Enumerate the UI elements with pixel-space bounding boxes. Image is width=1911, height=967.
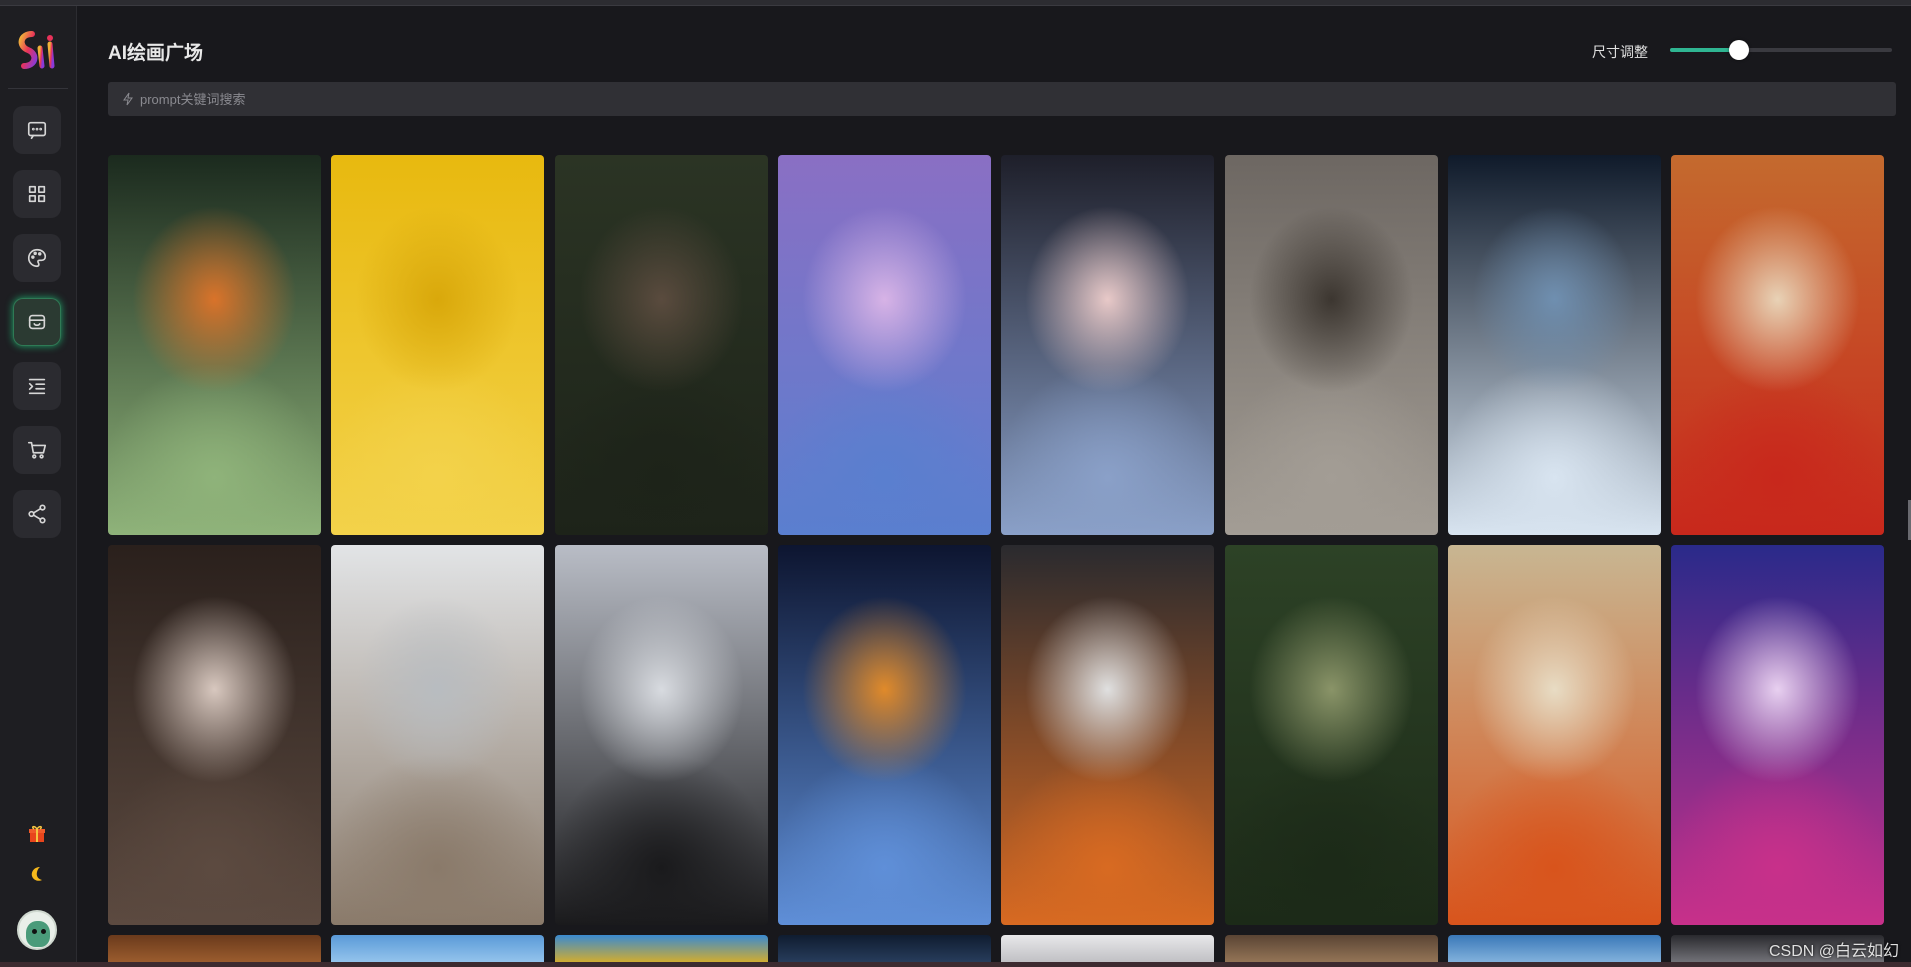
gallery-image-card[interactable]: [1001, 155, 1214, 535]
gift-icon[interactable]: [25, 822, 49, 846]
gallery-image-card[interactable]: [1448, 155, 1661, 535]
moon-icon[interactable]: [25, 862, 49, 886]
gallery-image-card[interactable]: [555, 155, 768, 535]
size-slider-thumb[interactable]: [1728, 40, 1749, 60]
share-icon: [28, 504, 46, 524]
list-icon: [28, 378, 46, 395]
gallery-image-card[interactable]: [778, 155, 991, 535]
gallery-image-card[interactable]: [1001, 935, 1214, 965]
nav-gallery-button[interactable]: [13, 298, 61, 346]
gallery-image-card[interactable]: [1225, 545, 1438, 925]
cart-icon: [27, 441, 47, 459]
palette-icon: [27, 248, 47, 268]
gallery-image-card[interactable]: [1448, 935, 1661, 965]
apps-grid-icon: [28, 185, 46, 203]
watermark: CSDN @白云如幻: [1768, 943, 1899, 960]
gallery-image-card[interactable]: [1225, 155, 1438, 535]
gallery-image-card[interactable]: [1448, 545, 1661, 925]
gallery-image-card[interactable]: [555, 935, 768, 965]
gallery-image-card[interactable]: [1671, 545, 1884, 925]
nav-chat-button[interactable]: [13, 106, 61, 154]
nav-paint-button[interactable]: [13, 234, 61, 282]
gallery-image-card[interactable]: [331, 935, 544, 965]
gallery-image-card[interactable]: [108, 935, 321, 965]
gallery-image-card[interactable]: [108, 155, 321, 535]
gallery-image-card[interactable]: [1671, 155, 1884, 535]
nav-cart-button[interactable]: [13, 426, 61, 474]
gallery-image-card[interactable]: [331, 155, 544, 535]
size-slider[interactable]: [1670, 40, 1892, 60]
gallery-image-card[interactable]: [778, 545, 991, 925]
search-input[interactable]: [140, 91, 1840, 107]
gallery-image-card[interactable]: [331, 545, 544, 925]
window-bottom-border: [0, 962, 1911, 967]
app-logo[interactable]: [12, 26, 64, 76]
gallery-icon: [28, 314, 46, 330]
gallery-image-card[interactable]: [1001, 545, 1214, 925]
page-title: AI绘画广场: [108, 43, 204, 64]
sidebar-divider: [8, 88, 68, 89]
gallery-image-card[interactable]: [108, 545, 321, 925]
size-adjust-label: 尺寸调整: [1592, 44, 1648, 60]
avatar[interactable]: [17, 910, 57, 950]
nav-list-button[interactable]: [13, 362, 61, 410]
window-top-border: [0, 0, 1911, 6]
gallery-image-card[interactable]: [778, 935, 991, 965]
gallery-image-card[interactable]: [555, 545, 768, 925]
nav-apps-button[interactable]: [13, 170, 61, 218]
lightning-icon: [123, 92, 133, 106]
gallery-image-card[interactable]: [1225, 935, 1438, 965]
chat-icon: [27, 121, 47, 140]
nav-share-button[interactable]: [13, 490, 61, 538]
search-bar[interactable]: [108, 82, 1896, 116]
sidebar: [0, 6, 77, 967]
